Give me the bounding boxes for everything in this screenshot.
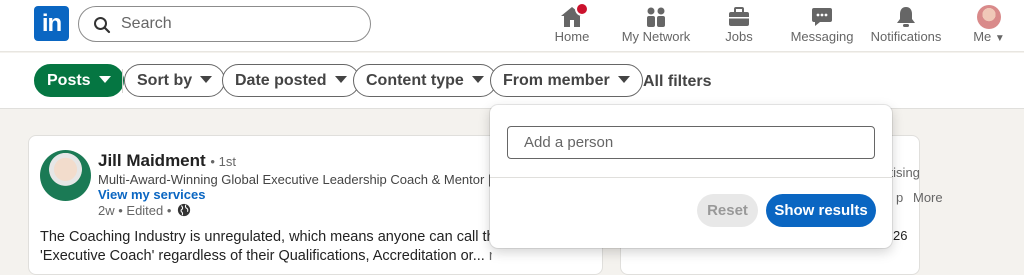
search-input[interactable] (121, 14, 361, 34)
globe-icon (177, 203, 191, 217)
chevron-down-icon: ▼ (994, 33, 1005, 44)
nav-jobs-label: Jobs (725, 29, 753, 44)
filter-from-member-button[interactable]: From member (490, 64, 643, 97)
author-name[interactable]: Jill Maidment • 1st (98, 151, 236, 171)
filter-content-type-button[interactable]: Content type (353, 64, 497, 97)
notification-badge (575, 2, 589, 16)
nav-messaging[interactable]: Messaging (788, 0, 856, 52)
divider (490, 177, 892, 178)
search-box[interactable] (78, 6, 371, 42)
nav-my-network[interactable]: My Network (616, 0, 696, 52)
top-navigation-bar: in Home My Network Jobs (0, 0, 1024, 52)
chevron-down-icon (200, 76, 213, 83)
author-headline: Multi-Award-Winning Global Executive Lea… (98, 172, 490, 187)
chevron-down-icon (334, 76, 347, 83)
chevron-down-icon (471, 76, 484, 83)
filter-sort-by-button[interactable]: Sort by (124, 64, 226, 97)
nav-notifications[interactable]: Notifications (868, 0, 944, 52)
nav-home[interactable]: Home (546, 0, 598, 52)
post-body-text: The Coaching Industry is unregulated, wh… (40, 228, 492, 266)
linkedin-logo[interactable]: in (34, 6, 69, 41)
nav-my-network-label: My Network (621, 29, 691, 44)
author-avatar[interactable] (40, 150, 91, 201)
reset-button[interactable]: Reset (697, 194, 758, 227)
from-member-dropdown: Reset Show results (490, 105, 892, 248)
briefcase-icon (729, 7, 749, 26)
nav-jobs[interactable]: Jobs (718, 0, 760, 52)
chevron-down-icon (617, 76, 630, 83)
connection-degree: • 1st (210, 154, 236, 169)
filter-posts-button[interactable]: Posts (34, 64, 124, 97)
avatar (977, 5, 1001, 29)
nav-me[interactable]: Me ▼ (968, 0, 1010, 52)
all-filters-button[interactable]: All filters (643, 73, 711, 91)
see-more-link[interactable]: more (489, 248, 492, 264)
nav-me-label: Me ▼ (973, 29, 1005, 44)
divider (122, 69, 123, 93)
nav-messaging-label: Messaging (790, 29, 854, 44)
add-person-input[interactable] (507, 126, 875, 159)
network-icon (647, 7, 665, 27)
nav-home-label: Home (554, 29, 590, 44)
post-meta: 2w • Edited • (98, 203, 191, 218)
show-results-button[interactable]: Show results (766, 194, 876, 227)
nav-notifications-label: Notifications (870, 29, 942, 44)
side-more-link[interactable]: More (913, 190, 943, 205)
filter-date-posted-button[interactable]: Date posted (222, 64, 360, 97)
side-text: p (896, 190, 904, 205)
side-text: 26 (893, 228, 908, 243)
search-icon (94, 17, 111, 34)
search-filter-bar: Posts Sort by Date posted Content type F… (0, 53, 1024, 109)
chevron-down-icon (98, 76, 111, 83)
messaging-icon (812, 8, 832, 26)
view-services-link[interactable]: View my services (98, 187, 205, 202)
bell-icon (897, 7, 915, 27)
